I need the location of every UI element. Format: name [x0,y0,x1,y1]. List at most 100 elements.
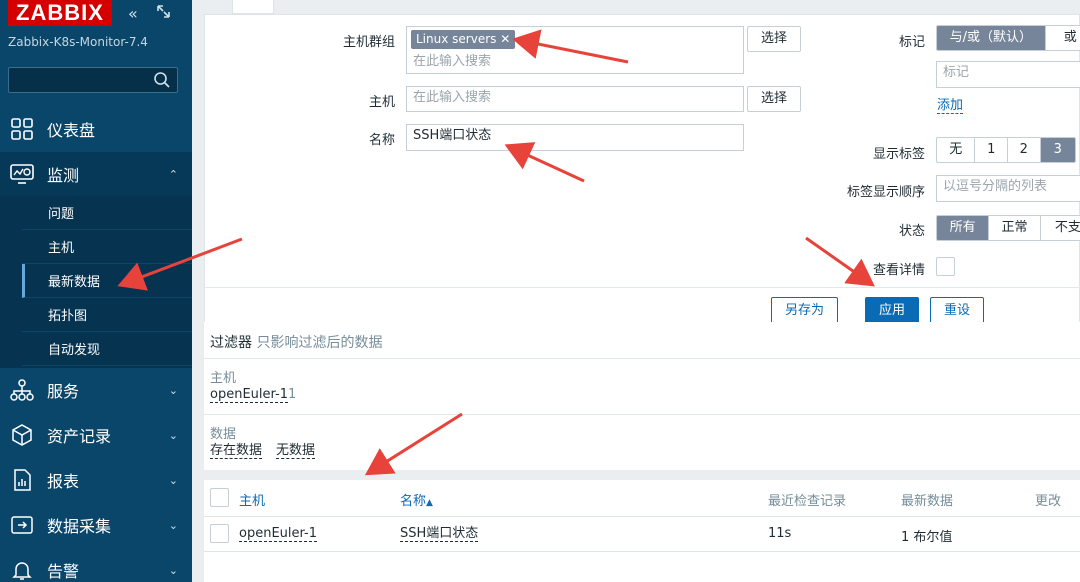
filter-panel: 主机群组 Linux servers ✕ 在此输入搜索 选择 主机 在此输入搜索… [204,14,1080,336]
host-input[interactable]: 在此输入搜索 [406,86,744,112]
show-tags-option-1[interactable]: 1 [975,138,1008,162]
select-all-checkbox[interactable] [210,488,229,507]
state-option-all[interactable]: 所有 [937,216,990,240]
tags-and-or-option[interactable]: 与/或（默认） [937,26,1046,50]
hostgroup-placeholder: 在此输入搜索 [413,54,492,69]
submenu-label: 问题 [48,207,75,222]
column-header-name-text: 名称 [400,494,427,509]
kiosk-mode-icon[interactable] [156,4,171,23]
hostgroup-label: 主机群组 [342,35,395,50]
with-data-link[interactable]: 存在数据 [210,443,263,459]
row-checkbox[interactable] [210,524,229,543]
chevron-down-icon: ⌄ [168,383,178,397]
search-icon[interactable] [153,71,171,93]
show-tags-toggle[interactable]: 无 1 2 3 [936,137,1076,163]
latest-data-table: 主机 名称▲ 最近检查记录 最新数据 更改 openEuler-1 SSH端口状… [204,480,1080,582]
chevron-down-icon: ⌄ [168,518,178,532]
tag-input[interactable]: 标记 [936,61,1080,88]
chip-label: Linux servers [416,32,497,46]
remove-chip-icon[interactable]: ✕ [500,32,510,46]
show-tags-option-2[interactable]: 2 [1007,138,1041,162]
zabbix-logo[interactable]: ZABBIX [8,0,112,26]
row-item-name[interactable]: SSH端口状态 [400,526,479,542]
reports-icon [10,468,34,492]
filter-tab[interactable] [232,0,274,14]
state-option-normal[interactable]: 正常 [989,216,1041,240]
row-host-link[interactable]: openEuler-1 [239,526,317,542]
hostgroup-select-button[interactable]: 选择 [747,26,801,52]
name-input[interactable]: SSH端口状态 [406,124,744,151]
state-toggle[interactable]: 所有 正常 不支 [936,215,1080,241]
sidebar-item-reports[interactable]: 报表 ⌄ [0,458,192,502]
submenu-label: 拓扑图 [48,309,88,324]
submenu-item-latest-data[interactable]: 最新数据 [22,264,192,298]
sidebar-item-dashboard[interactable]: 仪表盘 [0,107,192,151]
show-tags-label: 显示标签 [825,143,925,162]
state-option-unsupported[interactable]: 不支 [1040,216,1080,240]
add-tag-link[interactable]: 添加 [937,98,964,114]
column-header-change: 更改 [1035,494,1062,509]
details-checkbox[interactable] [936,257,955,276]
row-last-check: 11s [768,526,792,541]
reset-button[interactable]: 重设 [930,297,984,325]
collapse-sidebar-icon[interactable]: « [128,4,138,23]
chevron-down-icon: ⌄ [168,473,178,487]
summary-host-link[interactable]: openEuler-1 [210,387,288,403]
sidebar-search-input[interactable] [8,67,178,93]
summary-host-label: 主机 [210,371,237,386]
sidebar-item-label: 数据采集 [47,517,112,536]
tags-label: 标记 [898,35,925,50]
column-header-last-value: 最新数据 [901,494,954,509]
submenu-item-maps[interactable]: 拓扑图 [22,298,192,332]
row-last-value: 1 布尔值 [901,530,953,545]
sidebar: ZABBIX « Zabbix-K8s-Monitor-7.4 仪表盘 监测 ⌃… [0,0,192,582]
summary-data-row: 数据 存在数据 无数据 [204,414,1080,470]
hostgroup-chip: Linux servers ✕ [411,30,516,49]
apply-button[interactable]: 应用 [865,297,919,325]
submenu-item-hosts[interactable]: 主机 [22,230,192,264]
alerts-icon [10,558,34,582]
summary-subtitle: 只影响过滤后的数据 [256,335,383,351]
host-select-button[interactable]: 选择 [747,86,801,112]
sidebar-item-label: 服务 [47,382,80,401]
submenu-label: 自动发现 [48,343,101,358]
table-row[interactable]: openEuler-1 SSH端口状态 11s 1 布尔值 [204,516,1080,552]
show-tags-option-3[interactable]: 3 [1040,138,1075,162]
column-header-host[interactable]: 主机 [239,490,265,509]
state-label: 状态 [898,224,925,239]
submenu-item-discovery[interactable]: 自动发现 [22,332,192,366]
tag-order-input[interactable]: 以逗号分隔的列表 [936,175,1080,202]
monitoring-submenu: 问题 主机 最新数据 拓扑图 自动发现 [0,196,192,368]
tags-evaltype-toggle[interactable]: 与/或（默认） 或 [936,25,1080,51]
sidebar-item-services[interactable]: 服务 ⌄ [0,368,192,412]
filter-divider [205,287,1080,288]
dashboard-icon [10,117,34,141]
details-label: 查看详情 [872,263,925,278]
sidebar-item-label: 报表 [47,472,80,491]
filter-tabs [192,0,1080,14]
summary-data-label: 数据 [210,427,237,442]
services-icon [10,378,34,402]
without-data-link[interactable]: 无数据 [276,443,316,459]
save-as-button[interactable]: 另存为 [771,297,838,325]
summary-host-count: 1 [288,387,297,402]
tags-or-option[interactable]: 或 [1045,26,1080,50]
sidebar-item-monitoring[interactable]: 监测 ⌃ [0,152,192,196]
hostgroup-multiselect[interactable]: Linux servers ✕ 在此输入搜索 [406,26,744,74]
submenu-label: 主机 [48,241,75,256]
sidebar-item-data-collection[interactable]: 数据采集 ⌄ [0,503,192,547]
submenu-item-problems[interactable]: 问题 [22,196,192,230]
summary-title-text: 过滤器 [210,335,252,351]
sidebar-item-label: 监测 [47,166,80,185]
main-content: 主机群组 Linux servers ✕ 在此输入搜索 选择 主机 在此输入搜索… [192,0,1080,582]
column-header-last-check: 最近检查记录 [768,494,847,509]
sidebar-item-inventory[interactable]: 资产记录 ⌄ [0,413,192,457]
filter-summary: 过滤器 只影响过滤后的数据 主机 openEuler-1 1 数据 存在数据 无… [204,322,1080,470]
chevron-down-icon: ⌄ [168,563,178,577]
summary-host-row: 主机 openEuler-1 1 [204,358,1080,414]
name-label: 名称 [368,133,395,148]
show-tags-option-none[interactable]: 无 [937,138,976,162]
instance-name: Zabbix-K8s-Monitor-7.4 [8,35,148,49]
column-header-name[interactable]: 名称▲ [400,490,433,509]
sidebar-item-alerts[interactable]: 告警 ⌄ [0,548,192,582]
